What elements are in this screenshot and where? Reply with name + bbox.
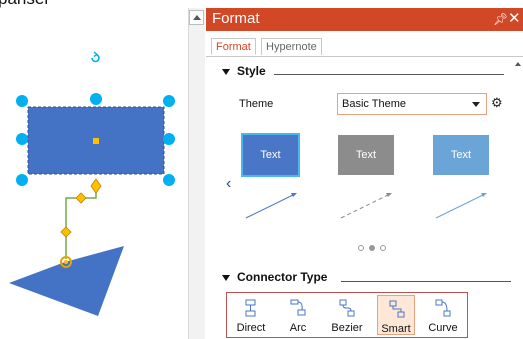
theme-card-2[interactable]: Text	[338, 135, 394, 175]
collapse-triangle-icon	[222, 274, 230, 281]
direct-connector-icon	[245, 299, 256, 317]
canvas-vertical-scrollbar[interactable]	[188, 8, 205, 339]
close-icon[interactable]: ✕	[508, 9, 521, 27]
theme-dropdown[interactable]: Basic Theme	[337, 93, 487, 115]
carousel-dot-2[interactable]	[369, 245, 375, 251]
connector-type-label: Smart	[381, 323, 411, 335]
format-panel: Format 📌︎ ✕ Format Hypernote Style Theme…	[206, 8, 523, 339]
connector-section-divider	[341, 281, 511, 282]
panel-scroll-up-icon[interactable]	[515, 62, 521, 66]
style-heading-label: Style	[237, 64, 266, 78]
theme-card-1[interactable]: Text	[241, 133, 300, 177]
smart-connector-icon	[389, 300, 405, 318]
connector-type-arc[interactable]: Arc	[279, 295, 317, 335]
panel-header: Format 📌︎ ✕	[206, 8, 523, 31]
drawing-canvas[interactable]: pansel	[0, 0, 188, 339]
carousel-dot-1[interactable]	[358, 245, 364, 251]
connector-type-smart[interactable]: Smart	[377, 295, 415, 335]
connector-type-label: Curve	[428, 322, 458, 334]
theme-label: Theme	[239, 98, 274, 110]
connector-type-heading-label: Connector Type	[237, 270, 328, 284]
connector-type-label: Arc	[289, 322, 307, 334]
canvas-shapes[interactable]	[0, 0, 188, 339]
theme-connector-previews	[245, 193, 487, 219]
theme-dropdown-value: Basic Theme	[342, 98, 406, 110]
panel-tabs: Format Hypernote	[206, 34, 523, 57]
connector-type-curve[interactable]: Curve	[424, 295, 462, 335]
carousel-dot-3[interactable]	[380, 245, 386, 251]
connector-preview-3[interactable]	[435, 193, 487, 219]
arc-connector-icon	[290, 299, 306, 316]
dropdown-arrow-icon	[472, 102, 480, 107]
tab-format[interactable]: Format	[211, 38, 256, 55]
connector-type-bezier[interactable]: Bezier	[328, 295, 366, 335]
smart-connector[interactable]	[60, 178, 102, 259]
connector-type-section-heading[interactable]: Connector Type	[222, 270, 327, 284]
tab-hypernote[interactable]: Hypernote	[261, 38, 322, 55]
connector-type-group: Direct Arc Bezier Smart Curve	[226, 292, 468, 338]
panel-vertical-scrollbar[interactable]	[514, 60, 523, 339]
collapse-triangle-icon	[222, 68, 230, 75]
panel-title: Format	[212, 10, 260, 27]
connector-preview-1[interactable]	[245, 193, 297, 219]
style-section-heading[interactable]: Style	[222, 64, 266, 78]
bezier-connector-icon	[339, 299, 355, 317]
rectangle-center-point	[93, 138, 99, 144]
theme-card-3[interactable]: Text	[433, 135, 489, 175]
gear-icon[interactable]: ⚙	[491, 95, 503, 111]
style-section-divider	[274, 74, 504, 75]
connector-preview-2[interactable]	[340, 193, 392, 219]
curve-connector-icon	[435, 299, 451, 317]
pin-icon[interactable]: 📌︎	[493, 12, 508, 26]
connector-type-label: Direct	[236, 322, 266, 334]
connector-type-label: Bezier	[331, 322, 363, 334]
scroll-up-icon[interactable]	[189, 10, 204, 25]
rotate-handle[interactable]	[91, 51, 100, 63]
connector-type-direct[interactable]: Direct	[232, 295, 270, 335]
